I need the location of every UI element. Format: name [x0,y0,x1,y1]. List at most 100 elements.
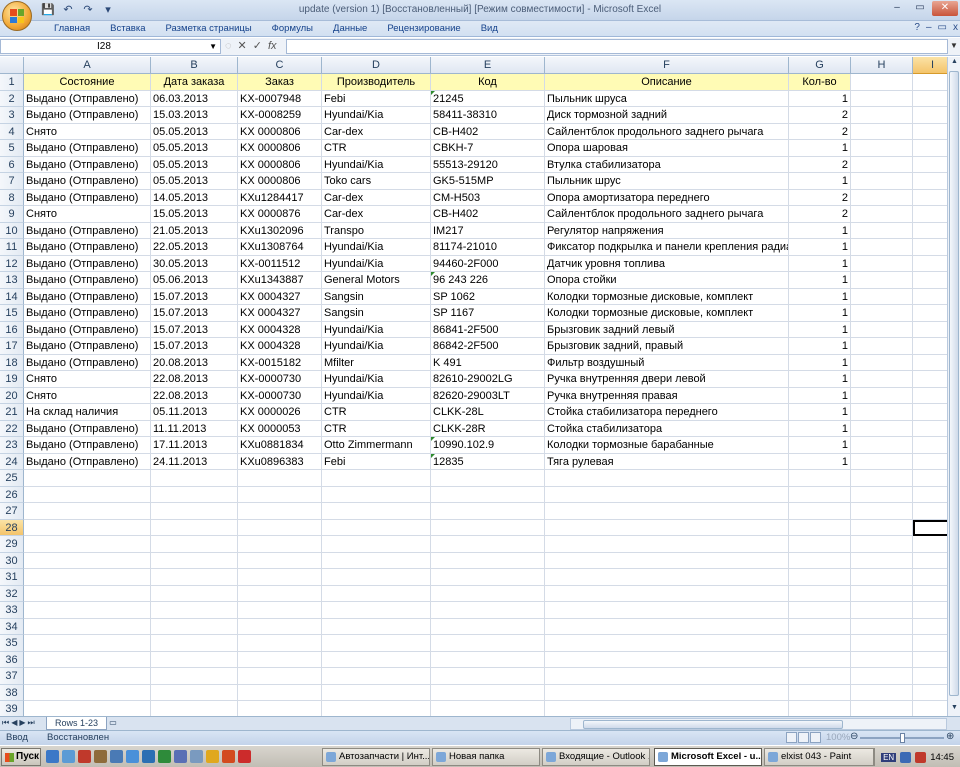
cell-a26[interactable] [24,486,151,503]
cell-e13[interactable]: 96 243 226 [431,272,545,289]
cell-c23[interactable]: KXu0881834 [238,437,322,454]
cell-d10[interactable]: Transpo [322,222,431,239]
cell-e35[interactable] [431,635,545,652]
cell-a33[interactable] [24,602,151,619]
close-button[interactable]: ✕ [932,1,958,16]
cell-e28[interactable] [431,519,545,536]
cell-f31[interactable] [545,569,789,586]
cell-h6[interactable] [851,156,913,173]
cell-b32[interactable] [151,585,238,602]
cell-f20[interactable]: Ручка внутренняя правая [545,387,789,404]
cell-f38[interactable] [545,684,789,701]
cell-b3[interactable]: 15.03.2013 [151,107,238,124]
cell-b18[interactable]: 20.08.2013 [151,354,238,371]
cell-g1[interactable]: Кол-во [789,74,851,91]
cell-i38[interactable] [913,685,947,701]
cell-b31[interactable] [151,569,238,586]
cell-c37[interactable] [238,668,322,685]
cell-i23[interactable] [913,437,947,454]
cell-f34[interactable] [545,618,789,635]
cell-h31[interactable] [851,569,913,586]
cell-f9[interactable]: Сайлентблок продольного заднего рычага [545,206,789,223]
cell-f28[interactable] [545,519,789,536]
row-header[interactable]: 27 [0,503,24,520]
row-header[interactable]: 18 [0,354,24,371]
firefox-icon[interactable] [222,750,235,763]
column-header-g[interactable]: G [789,57,851,74]
cancel-icon[interactable]: ✕ [238,39,247,53]
cell-e36[interactable] [431,651,545,668]
taskbar-button-2[interactable]: Входящие - Outlook ... [542,748,650,766]
cell-h5[interactable] [851,140,913,157]
cell-c3[interactable]: KX-0008259 [238,107,322,124]
cell-a1[interactable]: Состояние [24,74,151,91]
cell-g35[interactable] [789,635,851,652]
cell-g25[interactable] [789,470,851,487]
cell-b39[interactable] [151,701,238,716]
cell-f15[interactable]: Колодки тормозные дисковые, комплект [545,305,789,322]
column-header-a[interactable]: A [24,57,151,74]
cell-b7[interactable]: 05.05.2013 [151,173,238,190]
cell-a28[interactable] [24,519,151,536]
cell-a35[interactable] [24,635,151,652]
cell-f6[interactable]: Втулка стабилизатора [545,156,789,173]
cell-h39[interactable] [851,701,913,716]
cell-b27[interactable] [151,503,238,520]
cell-b38[interactable] [151,684,238,701]
row-header[interactable]: 14 [0,288,24,305]
cell-e12[interactable]: 94460-2F000 [431,255,545,272]
cell-d36[interactable] [322,651,431,668]
cell-h15[interactable] [851,305,913,322]
scroll-down-icon[interactable]: ▼ [949,704,960,715]
cell-g33[interactable] [789,602,851,619]
row-header[interactable]: 8 [0,189,24,206]
cell-e19[interactable]: 82610-29002LG [431,371,545,388]
cell-d30[interactable] [322,552,431,569]
cell-c26[interactable] [238,486,322,503]
column-header-f[interactable]: F [545,57,789,74]
cell-i13[interactable] [913,272,947,289]
cell-c32[interactable] [238,585,322,602]
cell-a29[interactable] [24,536,151,553]
cell-g3[interactable]: 2 [789,107,851,124]
cell-c27[interactable] [238,503,322,520]
taskbar-button-1[interactable]: Новая папка [432,748,540,766]
cell-a21[interactable]: На склад наличия [24,404,151,421]
cell-a37[interactable] [24,668,151,685]
row-header[interactable]: 6 [0,156,24,173]
cell-g29[interactable] [789,536,851,553]
cell-i16[interactable] [913,322,947,338]
cell-f35[interactable] [545,635,789,652]
row-header[interactable]: 32 [0,585,24,602]
cell-h4[interactable] [851,123,913,140]
cell-g19[interactable]: 1 [789,371,851,388]
row-header[interactable]: 35 [0,635,24,652]
cell-a22[interactable]: Выдано (Отправлено) [24,420,151,437]
cell-f33[interactable] [545,602,789,619]
row-header[interactable]: 30 [0,552,24,569]
row-header[interactable]: 23 [0,437,24,454]
cell-d15[interactable]: Sangsin [322,305,431,322]
cell-i7[interactable] [913,173,947,190]
cell-i27[interactable] [913,503,947,520]
cell-d27[interactable] [322,503,431,520]
cell-a14[interactable]: Выдано (Отправлено) [24,288,151,305]
cell-d37[interactable] [322,668,431,685]
ribbon-tab-5[interactable]: Рецензирование [377,23,470,35]
cell-b2[interactable]: 06.03.2013 [151,90,238,107]
cell-a19[interactable]: Снято [24,371,151,388]
cell-b29[interactable] [151,536,238,553]
cell-c11[interactable]: KXu1308764 [238,239,322,256]
cell-f19[interactable]: Ручка внутренняя двери левой [545,371,789,388]
cell-d11[interactable]: Hyundai/Kia [322,239,431,256]
office-button[interactable] [2,1,32,31]
cell-e33[interactable] [431,602,545,619]
cell-i28[interactable] [913,519,947,536]
cell-i12[interactable] [913,256,947,272]
ribbon-tab-6[interactable]: Вид [471,23,508,35]
cell-e38[interactable] [431,684,545,701]
cell-b33[interactable] [151,602,238,619]
cell-h28[interactable] [851,519,913,536]
cell-e4[interactable]: CB-H402 [431,123,545,140]
taskbar-button-3[interactable]: Microsoft Excel - u... [654,748,762,766]
